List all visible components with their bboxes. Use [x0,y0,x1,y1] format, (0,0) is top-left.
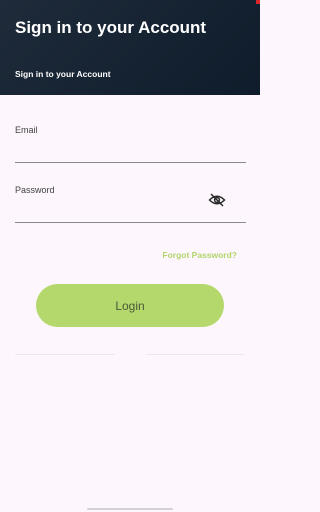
email-field[interactable] [15,162,246,163]
home-indicator [87,508,173,510]
forgot-password-link[interactable]: Forgot Password? [162,250,237,260]
email-label: Email [15,125,38,135]
login-button-label: Login [115,298,145,313]
divider-left [15,354,115,355]
password-field[interactable] [15,222,246,223]
corner-mark [256,0,260,4]
page-title: Sign in to your Account [15,18,207,37]
eye-off-icon[interactable] [208,193,226,207]
page-subtitle: Sign in to your Account [15,69,111,79]
header-banner: Sign in to your Account Sign in to your … [0,0,260,95]
divider-right [146,354,244,355]
password-label: Password [15,185,55,195]
login-button[interactable]: Login [36,284,224,327]
